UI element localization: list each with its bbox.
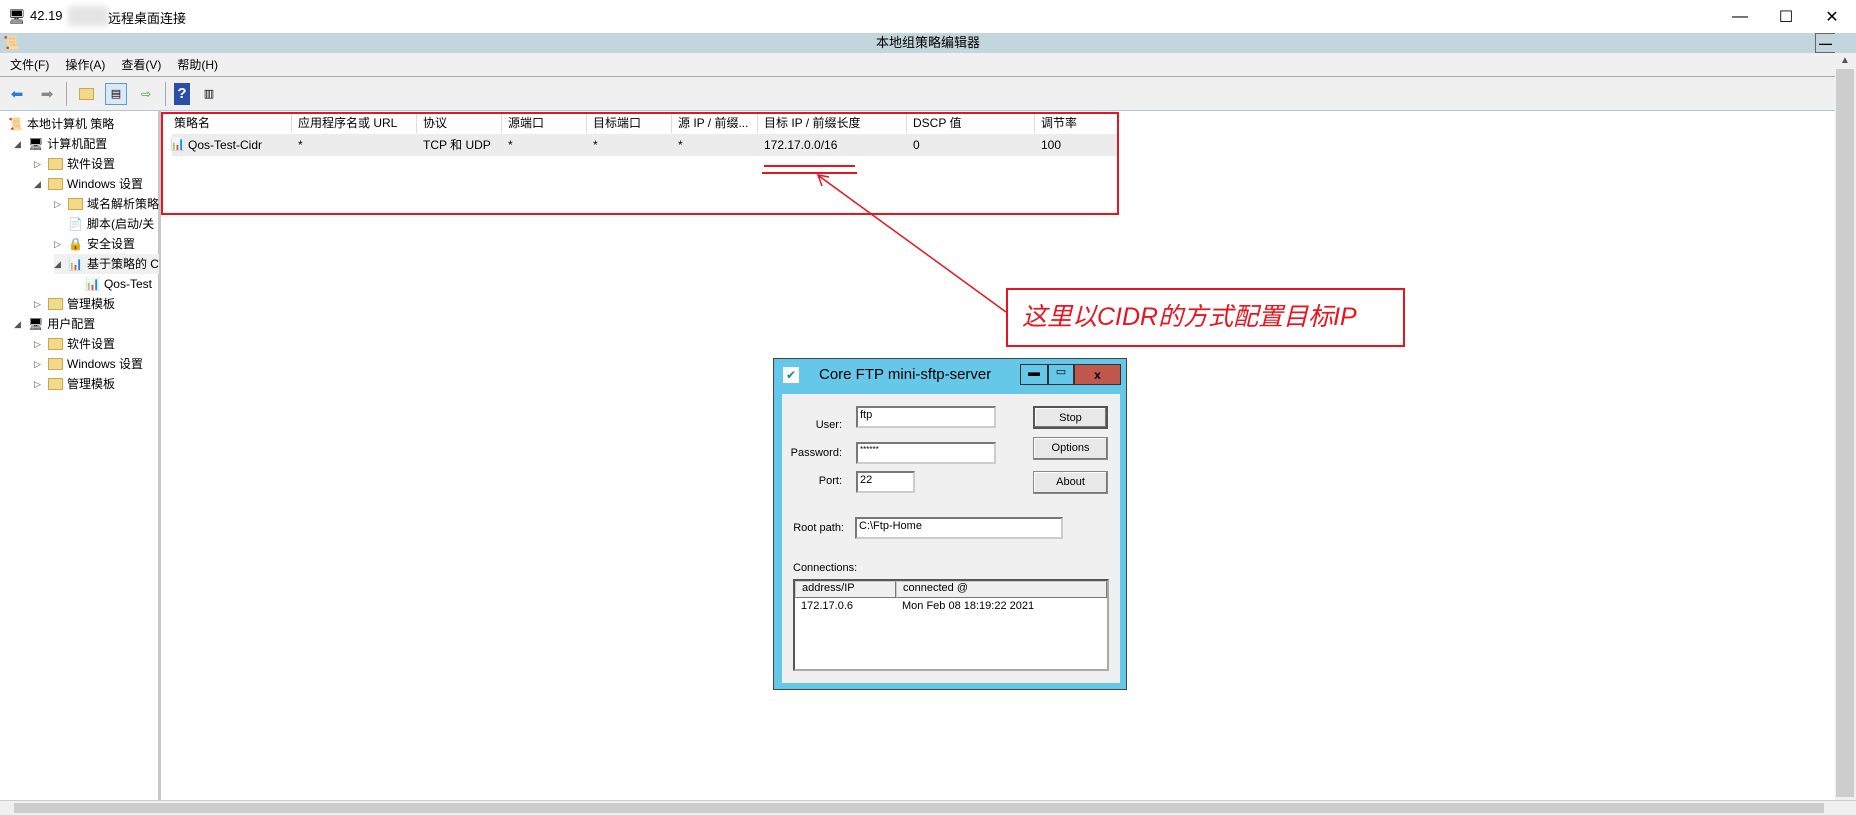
port-input[interactable]: 22 <box>856 471 915 493</box>
ftp-close-button[interactable]: x <box>1074 364 1121 385</box>
password-input[interactable]: ****** <box>856 442 996 464</box>
column-connected[interactable]: connected @ <box>896 581 1107 598</box>
annotation-callout: 这里以CIDR的方式配置目标IP <box>1006 288 1405 347</box>
scroll-up-icon[interactable]: ▲ <box>1840 55 1850 66</box>
connection-ip: 172.17.0.6 <box>801 600 853 612</box>
horizontal-scrollbar[interactable] <box>0 800 1856 815</box>
vertical-scrollbar[interactable]: ▲ <box>1835 53 1856 800</box>
coreftp-logo-icon: ✔ <box>783 367 799 383</box>
about-button[interactable]: About <box>1033 471 1108 494</box>
root-path-input[interactable]: C:\Ftp-Home <box>855 517 1063 539</box>
connection-time: Mon Feb 08 18:19:22 2021 <box>902 600 1035 612</box>
ftp-server-window: ✔ Core FTP mini-sftp-server ▬ ▭ x User: … <box>773 358 1127 690</box>
password-label: Password: <box>790 447 842 459</box>
user-input[interactable]: ftp <box>856 406 996 428</box>
scrollbar-thumb[interactable] <box>14 803 1824 813</box>
stop-button[interactable]: Stop <box>1033 406 1108 429</box>
ftp-minimize-button[interactable]: ▬ <box>1020 364 1048 385</box>
ftp-maximize-button[interactable]: ▭ <box>1048 364 1074 385</box>
scrollbar-thumb[interactable] <box>1836 69 1854 797</box>
connections-list[interactable]: address/IP connected @ 172.17.0.6 Mon Fe… <box>793 579 1109 671</box>
user-label: User: <box>815 419 842 431</box>
root-path-label: Root path: <box>793 522 844 534</box>
options-button[interactable]: Options <box>1033 437 1108 460</box>
column-address[interactable]: address/IP <box>795 581 896 598</box>
port-label: Port: <box>818 475 842 487</box>
ftp-client-area: User: ftp Password: ****** Port: 22 Stop… <box>782 394 1120 683</box>
connections-label: Connections: <box>793 562 858 574</box>
ftp-window-title: Core FTP mini-sftp-server <box>819 366 992 383</box>
